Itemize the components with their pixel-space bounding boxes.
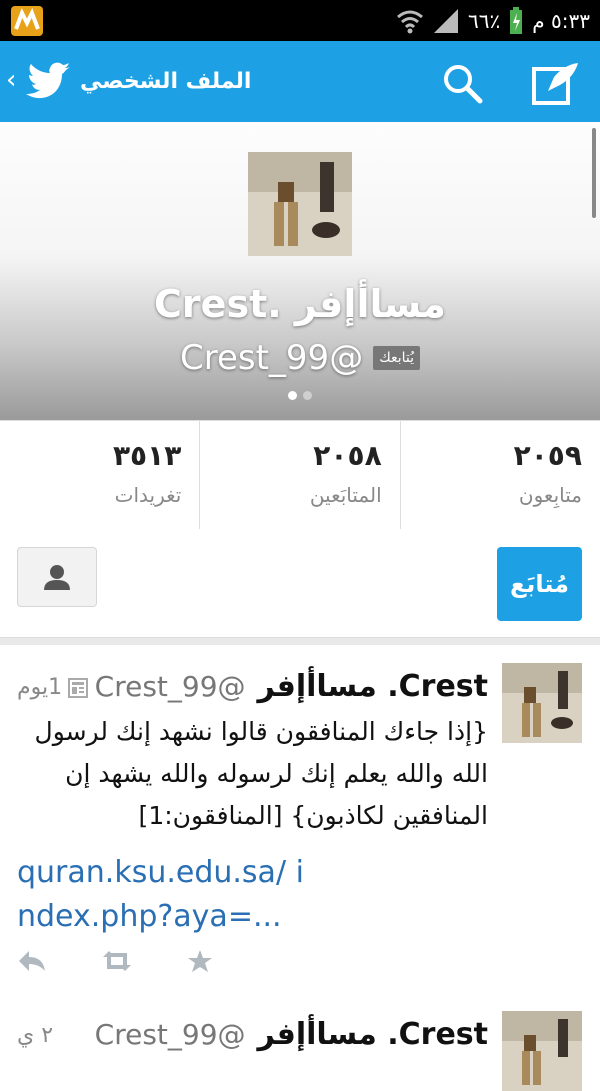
favorite-icon[interactable]: [187, 949, 213, 973]
stat-count: ٢٠٥٨: [313, 439, 382, 472]
tweet-author-name: Crest. مساأإفر: [257, 669, 488, 704]
app-bar: ‹ الملف الشخصي: [0, 41, 600, 122]
retweet-icon[interactable]: [99, 949, 135, 973]
tweet-text: {إذا جاءك المنافقون قالوا نشهد إنك لرسول…: [34, 717, 488, 830]
status-icons: ٦٦٪ ٥:٣٣ م: [396, 0, 590, 41]
profile-header: Crest. مساأإفر يُتابعك @Crest_99: [0, 122, 600, 420]
tweet-time-text: ٢ ي: [17, 1023, 54, 1048]
tweet-avatar[interactable]: [502, 1011, 582, 1091]
stats-row: ٣٥١٣ تغريدات ٢٠٥٨ المتابَعين ٢٠٥٩ متابِع…: [0, 420, 600, 531]
battery-percent: ٦٦٪: [468, 8, 501, 33]
stat-count: ٣٥١٣: [112, 439, 182, 472]
battery-icon: [510, 6, 523, 34]
tweet-item[interactable]: Crest. مساأإفر @Crest_99 ٢ ي: [0, 993, 600, 1091]
tweet-timestamp: 1يوم: [17, 675, 89, 700]
stat-count: ٢٠٥٩: [513, 439, 582, 472]
stat-followers[interactable]: ٢٠٥٩ متابِعون: [401, 421, 600, 530]
following-button[interactable]: مُتابَع: [497, 547, 582, 621]
stat-following[interactable]: ٢٠٥٨ المتابَعين: [200, 421, 401, 530]
tweet-author-handle: @Crest_99: [94, 1018, 246, 1051]
profile-handle-row: يُتابعك @Crest_99: [0, 338, 600, 378]
page-title: الملف الشخصي: [80, 69, 252, 94]
twitter-bird-icon[interactable]: [26, 61, 72, 101]
tweet-link[interactable]: quran.ksu.edu.sa/ index.php?aya=...: [17, 851, 317, 939]
tweet-header: Crest. مساأإفر @Crest_99: [95, 669, 488, 704]
profile-handle: @Crest_99: [179, 338, 364, 378]
profile-name: Crest. مساأإفر: [154, 282, 446, 326]
stat-label: المتابَعين: [309, 483, 382, 507]
stat-tweets[interactable]: ٣٥١٣ تغريدات: [0, 421, 201, 530]
tweet-author-handle: @Crest_99: [94, 670, 246, 703]
back-chevron-icon[interactable]: ‹: [6, 65, 16, 95]
stat-label: متابِعون: [518, 483, 582, 507]
person-icon: [44, 565, 70, 590]
signal-icon: [434, 8, 459, 33]
tweet-actions: [17, 949, 213, 973]
page-dot-2[interactable]: [303, 391, 312, 400]
wifi-icon: [397, 10, 424, 33]
page-dot-1[interactable]: [288, 391, 297, 400]
reply-icon[interactable]: [17, 949, 47, 973]
status-bar: ٦٦٪ ٥:٣٣ م: [0, 0, 600, 41]
tweet-header: Crest. مساأإفر @Crest_99: [95, 1017, 488, 1052]
page-indicator[interactable]: [0, 391, 600, 400]
tweet-author-name: Crest. مساأإفر: [257, 1017, 488, 1052]
stat-label: تغريدات: [114, 483, 182, 507]
search-icon[interactable]: [440, 61, 484, 105]
follows-you-badge: يُتابعك: [373, 346, 421, 370]
compose-icon[interactable]: [530, 59, 582, 107]
tweet-item[interactable]: Crest. مساأإفر @Crest_99 1يوم {إذا جاءك …: [0, 645, 600, 994]
news-icon: [68, 677, 89, 698]
profile-options-button[interactable]: [17, 547, 97, 607]
tweet-timestamp: ٢ ي: [17, 1023, 53, 1048]
scrollbar[interactable]: [592, 128, 596, 218]
profile-actions: مُتابَع: [0, 529, 600, 637]
clock: ٥:٣٣ م: [532, 8, 590, 33]
tweet-avatar[interactable]: [502, 663, 582, 743]
app-notification-icon: [11, 6, 43, 36]
profile-avatar[interactable]: [248, 152, 352, 256]
tweet-time-text: 1يوم: [17, 675, 63, 700]
